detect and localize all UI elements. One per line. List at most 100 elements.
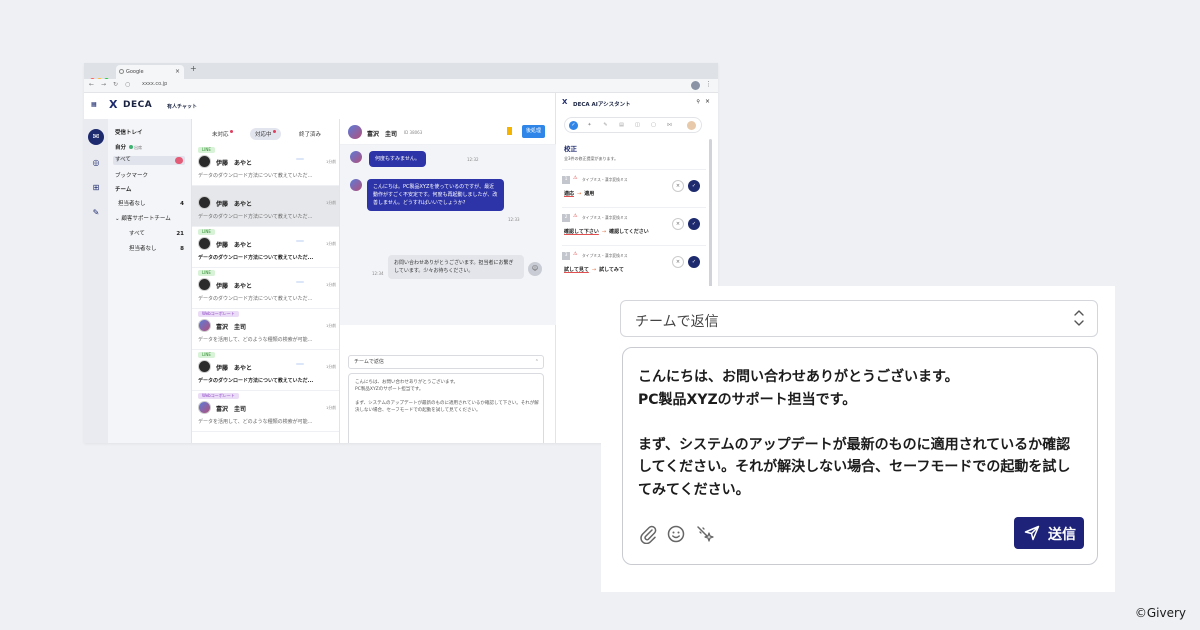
tab-unhandled[interactable]: 未対応 <box>212 130 233 138</box>
bookmark-icon[interactable] <box>507 127 512 135</box>
emoji-icon[interactable] <box>666 524 686 544</box>
nav-team-unassigned[interactable]: 担当者なし 8 <box>115 245 187 254</box>
conversation-item[interactable]: LINE 伊藤 あやと 1分前 データのダウンロード方法について教えていただ... <box>192 145 339 186</box>
nav-support-team[interactable]: ⌄ 顧客サポートチーム <box>115 215 187 224</box>
message-preview: データのダウンロード方法について教えていただ... <box>198 255 314 261</box>
nav-panel: 受信トレイ 自分 出席 すべて ブックマーク チーム 担当者なし 4 ⌄ 顧客サポー… <box>108 119 192 443</box>
conversation-item[interactable]: LINE 伊藤 あやと 1分前 データのダウンロード方法について教えていただ... <box>192 227 339 268</box>
channel-tag: LINE <box>198 270 215 276</box>
proofread-tool-icon[interactable]: ✓ <box>569 121 578 130</box>
nav-mine[interactable]: 自分 出席 <box>115 143 187 152</box>
channel-tag: LINE <box>198 229 215 235</box>
message-preview: データのダウンロード方法について教えていただ... <box>198 173 313 179</box>
paperclip-icon[interactable] <box>638 524 658 544</box>
magic-wand-icon[interactable] <box>695 524 715 544</box>
ai-section-title: 校正 <box>564 145 577 153</box>
assignee-badge <box>296 363 304 365</box>
channel-tag: LINE <box>198 147 215 153</box>
tab-close-icon[interactable]: × <box>175 65 180 79</box>
send-button[interactable]: 送信 <box>1014 517 1084 549</box>
nav-bookmark[interactable]: ブックマーク <box>115 172 187 181</box>
nav-inbox: 受信トレイ <box>115 130 143 136</box>
suggestion-number: 2 <box>562 214 570 222</box>
avatar <box>198 278 211 291</box>
warning-icon: ⚠ <box>573 213 578 219</box>
draft-text: こんにちは、お問い合わせありがとうございます。 PC製品XYZのサポート担当です… <box>638 369 1071 498</box>
reject-button[interactable]: × <box>672 180 684 192</box>
info-icon[interactable]: ○ <box>125 81 130 88</box>
apps-rail-icon[interactable]: ⊞ <box>88 180 104 196</box>
close-icon[interactable]: × <box>705 98 710 105</box>
tool-icon[interactable]: ⋈ <box>665 121 674 130</box>
conversation-item[interactable]: Webコーポレート 富沢 圭司 1分前 データを活用して、どのような種類の検索が可能.… <box>192 309 339 350</box>
message-bubble: 何度もすみません。 <box>369 151 426 167</box>
avatar <box>198 319 211 332</box>
reject-button[interactable]: × <box>672 256 684 268</box>
channel-tag: LINE <box>198 352 215 358</box>
nav-team-all[interactable]: すべて 21 <box>115 230 187 239</box>
nav-unassigned[interactable]: 担当者なし 4 <box>115 200 187 209</box>
conversation-item[interactable]: 伊藤 あやと 1分前 データのダウンロード方法について教えていただ... <box>192 186 339 227</box>
nav-all[interactable]: すべて <box>113 156 185 165</box>
conversation-item[interactable]: LINE 伊藤 あやと 1分前 データのダウンロード方法について教えていただ... <box>192 268 339 309</box>
message-preview: データのダウンロード方法について教えていただ... <box>198 296 313 302</box>
ai-toolbar: ✓ ✦ ✎ ▤ ◫ ▢ ⋈ <box>564 117 702 133</box>
conversation-item[interactable]: Webコーポレート 富沢 圭司 1分前 データを活用して、どのような種類の検索が可能.… <box>192 391 339 432</box>
forward-icon[interactable]: → <box>101 81 106 88</box>
accept-button[interactable]: ✓ <box>688 256 700 268</box>
message-preview: データを活用して、どのような種類の検索が可能... <box>198 337 313 343</box>
warning-icon: ⚠ <box>573 175 578 181</box>
bot-icon: ☺ <box>528 262 542 276</box>
message-input[interactable]: こんにちは、お問い合わせありがとうございます。 PC製品XYZのサポート担当です… <box>348 373 544 443</box>
conversation-item[interactable]: LINE 伊藤 あやと 1分前 データのダウンロード方法について教えていただ... <box>192 350 339 391</box>
url-field[interactable]: xxxx.co.jp <box>142 81 167 87</box>
tool-icon[interactable]: ✎ <box>601 121 610 130</box>
message-input[interactable]: こんにちは、お問い合わせありがとうございます。 PC製品XYZのサポート担当です… <box>622 347 1098 565</box>
target-rail-icon[interactable]: ◎ <box>88 155 104 171</box>
proofread-suggestion: 1 ⚠ タイプミス・漢字変換ミス 適応 → 適用 × ✓ <box>562 169 706 207</box>
customer-avatar <box>350 179 362 191</box>
chat-panel: 富沢 圭司 ID 38063 後処理 何度もすみません。 12:32 こんにちは… <box>340 93 556 443</box>
browser-menu-icon[interactable]: ⋮ <box>705 80 712 88</box>
accept-button[interactable]: ✓ <box>688 180 700 192</box>
status-tabs: 未対応 対応中 終了済み <box>192 123 339 145</box>
reject-button[interactable]: × <box>672 218 684 230</box>
customer-avatar <box>350 151 362 163</box>
conversation-time: 1分前 <box>325 364 336 369</box>
reply-mode-label: チームで返信 <box>635 314 719 330</box>
tool-icon[interactable]: ▤ <box>617 121 626 130</box>
tab-closed[interactable]: 終了済み <box>299 130 321 138</box>
tool-icon[interactable]: ✦ <box>585 121 594 130</box>
new-tab-button[interactable]: + <box>190 64 197 73</box>
app-header: ▦ X DECA 有人チャット <box>84 93 340 119</box>
assignee-badge <box>296 240 304 242</box>
tab-in-progress[interactable]: 対応中 <box>250 128 281 140</box>
reply-mode-select[interactable]: チームで返信 ⌃ <box>348 355 544 369</box>
message-time: 12:33 <box>508 217 520 222</box>
suggestion-fix: 確認して下さい → 確認してください <box>564 229 649 235</box>
suggestion-type: タイプミス・漢字変換ミス <box>582 177 628 182</box>
inbox-rail-icon[interactable]: ✉ <box>88 129 104 145</box>
pin-icon[interactable]: ⚲ <box>696 99 700 105</box>
contact-name: 伊藤 あやと <box>216 160 253 167</box>
message-thread: 何度もすみません。 12:32 こんにちは。PC製品XYZを使っているのですが、… <box>340 145 556 325</box>
accept-button[interactable]: ✓ <box>688 218 700 230</box>
message-preview: データのダウンロード方法について教えていただ... <box>198 214 313 220</box>
deca-x-logo-icon: X <box>562 98 568 106</box>
tools-rail-icon[interactable]: ✎ <box>88 205 104 221</box>
reply-mode-select[interactable]: チームで返信 <box>620 300 1098 337</box>
message-preview: データを活用して、どのような種類の検索が可能... <box>198 419 313 425</box>
avatar <box>198 360 211 373</box>
tool-icon[interactable]: ▢ <box>649 121 658 130</box>
deca-x-logo-icon: X <box>109 98 118 111</box>
browser-tab[interactable]: Google × <box>116 65 184 79</box>
post-process-button[interactable]: 後処理 <box>522 125 546 138</box>
tool-icon[interactable]: ◫ <box>633 121 642 130</box>
avatar <box>198 237 211 250</box>
draft-text: こんにちは、お問い合わせありがとうございます。 PC製品XYZのサポート担当です… <box>355 380 539 413</box>
profile-avatar[interactable] <box>691 81 700 90</box>
reload-icon[interactable]: ↻ <box>113 81 118 88</box>
back-icon[interactable]: ← <box>89 81 94 88</box>
suggestion-type: タイプミス・漢字変換ミス <box>582 253 628 258</box>
user-avatar[interactable] <box>687 121 696 130</box>
